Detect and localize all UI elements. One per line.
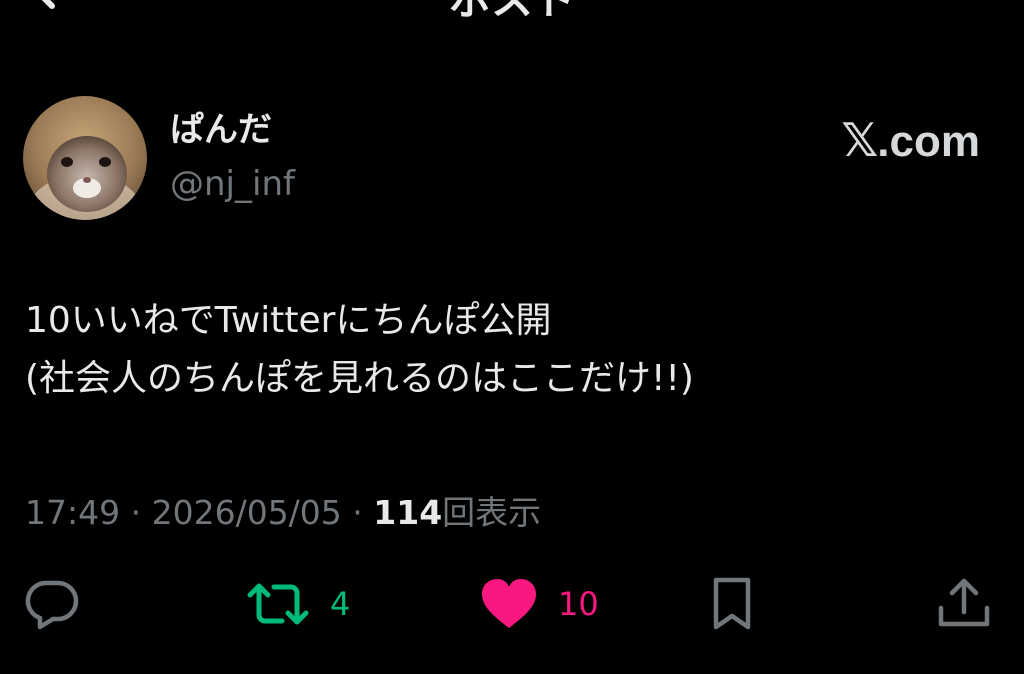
retweet-count: 4 — [330, 585, 351, 623]
views-label: 回表示 — [442, 493, 542, 532]
share-button[interactable] — [934, 574, 994, 634]
avatar[interactable] — [23, 96, 147, 220]
post-time: 17:49 — [25, 493, 121, 532]
top-nav-bar: ポスト — [0, 0, 1024, 26]
post-meta: 17:49 · 2026/05/05 · 114回表示 — [25, 490, 541, 536]
meta-separator: · — [120, 493, 152, 532]
meta-separator: · — [341, 493, 374, 532]
like-button[interactable]: 10 — [480, 574, 599, 634]
heart-icon — [482, 579, 536, 628]
x-com-logo-text: .com — [877, 117, 980, 166]
share-icon — [938, 578, 990, 627]
author-display-name[interactable]: ぱんだ — [170, 108, 272, 152]
like-count: 10 — [558, 585, 599, 623]
bookmark-icon — [713, 577, 751, 630]
reply-button[interactable] — [24, 574, 80, 634]
bookmark-button[interactable] — [708, 574, 756, 634]
retweet-icon — [247, 583, 309, 625]
retweet-button[interactable]: 4 — [246, 574, 350, 634]
hamster-avatar-image — [23, 96, 147, 220]
reply-icon — [25, 580, 79, 630]
x-com-logo: 𝕏.com — [841, 112, 980, 170]
page-title: ポスト — [0, 0, 1024, 26]
x-logo-glyph: 𝕏 — [841, 113, 878, 167]
post-text: 10いいねでTwitterにちんぽ公開 (社会人のちんぽを見れるのはここだけ!!… — [25, 300, 694, 399]
author-handle[interactable]: @nj_inf — [170, 162, 295, 206]
more-icon[interactable] — [928, 0, 976, 16]
views-count: 114 — [373, 493, 443, 532]
post-date: 2026/05/05 — [151, 493, 342, 532]
